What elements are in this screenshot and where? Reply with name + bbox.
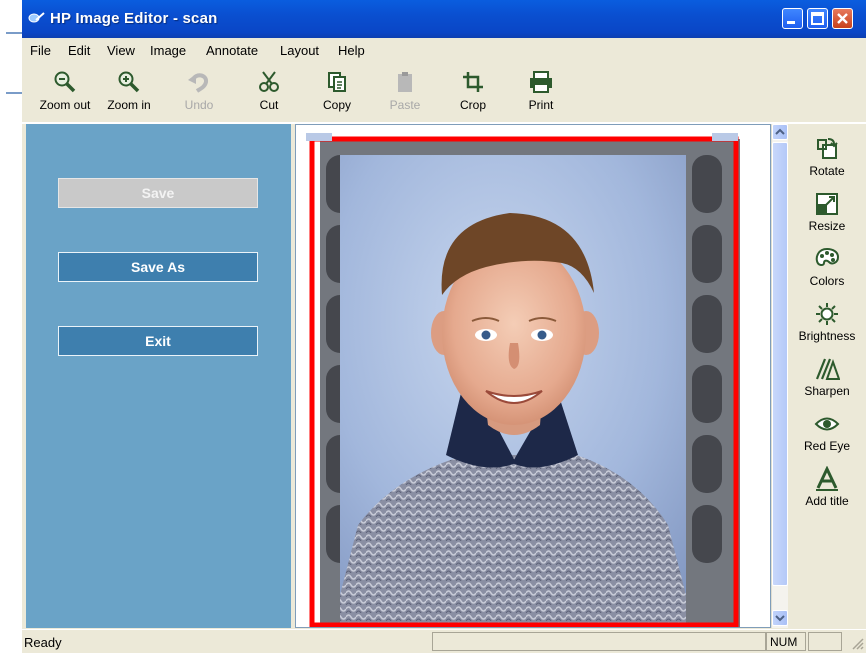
- sharpen-icon: [815, 358, 840, 380]
- status-bar: Ready NUM: [22, 629, 866, 653]
- colors-button[interactable]: Colors: [788, 246, 866, 300]
- colors-label: Colors: [809, 274, 845, 288]
- menu-help[interactable]: Help: [338, 43, 365, 58]
- resize-grip-icon[interactable]: [850, 636, 864, 650]
- crop-label: Crop: [459, 98, 486, 112]
- cut-label: Cut: [259, 98, 279, 112]
- add-title-label: Add title: [805, 494, 849, 508]
- rotate-button[interactable]: Rotate: [788, 136, 866, 190]
- photo: [340, 155, 686, 627]
- title-bar[interactable]: HP Image Editor - scan: [22, 0, 866, 38]
- resize-button[interactable]: Resize: [788, 191, 866, 245]
- menu-annotate[interactable]: Annotate: [206, 43, 258, 58]
- desktop-mark: [6, 92, 22, 94]
- arrow-down-icon: [775, 615, 785, 622]
- brightness-sun-icon: [816, 303, 838, 325]
- exit-button[interactable]: Exit: [58, 326, 258, 356]
- print-icon: [530, 71, 552, 93]
- menu-bar: File Edit View Image Annotate Layout Hel…: [22, 38, 866, 62]
- print-label: Print: [528, 98, 554, 112]
- add-title-button[interactable]: Add title: [788, 466, 866, 520]
- undo-icon: [188, 73, 208, 93]
- crop-icon: [463, 72, 483, 92]
- scroll-up-button[interactable]: [772, 124, 788, 140]
- zoom-in-button[interactable]: Zoom in: [98, 64, 160, 120]
- red-eye-icon: [814, 417, 840, 431]
- close-button[interactable]: [832, 8, 853, 29]
- save-button[interactable]: Save: [58, 178, 258, 208]
- maximize-button[interactable]: [807, 8, 828, 29]
- paste-icon: [398, 72, 412, 92]
- zoom-out-icon: [54, 71, 76, 93]
- paste-button[interactable]: Paste: [374, 64, 436, 120]
- app-window: HP Image Editor - scan File Edit View Im…: [22, 0, 866, 653]
- image-view: [296, 125, 770, 627]
- right-toolbar: Rotate Resize Colors Brightness Sharpen …: [788, 124, 866, 628]
- zoom-out-button[interactable]: Zoom out: [34, 64, 96, 120]
- red-eye-button[interactable]: Red Eye: [788, 411, 866, 465]
- selection-handle[interactable]: [306, 133, 332, 141]
- red-eye-label: Red Eye: [803, 439, 851, 453]
- left-panel: Save Save As Exit: [26, 124, 291, 628]
- maximize-icon: [811, 12, 824, 25]
- sharpen-button[interactable]: Sharpen: [788, 356, 866, 410]
- save-as-button[interactable]: Save As: [58, 252, 258, 282]
- zoom-out-label: Zoom out: [39, 98, 91, 112]
- minimize-icon: [787, 21, 795, 24]
- app-icon: [28, 12, 45, 23]
- copy-label: Copy: [322, 98, 351, 112]
- rotate-label: Rotate: [809, 164, 845, 178]
- desktop-mark: [6, 32, 22, 34]
- print-button[interactable]: Print: [510, 64, 572, 120]
- desktop-edge: [0, 0, 23, 652]
- add-title-icon: [816, 466, 838, 491]
- close-icon: [837, 13, 848, 24]
- cut-icon: [259, 71, 279, 92]
- resize-label: Resize: [808, 219, 846, 233]
- zoom-in-icon: [118, 71, 140, 93]
- num-lock-indicator: NUM: [770, 635, 798, 649]
- zoom-in-label: Zoom in: [107, 98, 151, 112]
- menu-edit[interactable]: Edit: [68, 43, 90, 58]
- copy-button[interactable]: Copy: [306, 64, 368, 120]
- colors-palette-icon: [815, 247, 840, 267]
- selection-handle[interactable]: [712, 133, 738, 141]
- brightness-label: Brightness: [798, 329, 856, 343]
- minimize-button[interactable]: [782, 8, 803, 29]
- menu-file[interactable]: File: [30, 43, 51, 58]
- undo-button[interactable]: Undo: [168, 64, 230, 120]
- menu-image[interactable]: Image: [150, 43, 186, 58]
- scroll-down-button[interactable]: [772, 610, 788, 626]
- copy-icon: [328, 72, 346, 92]
- rotate-icon: [817, 138, 838, 159]
- crop-button[interactable]: Crop: [442, 64, 504, 120]
- menu-view[interactable]: View: [107, 43, 135, 58]
- arrow-up-icon: [775, 128, 785, 135]
- status-text: Ready: [24, 635, 62, 650]
- resize-icon: [816, 193, 838, 215]
- paste-label: Paste: [389, 98, 421, 112]
- menu-layout[interactable]: Layout: [280, 43, 319, 58]
- toolbar: Zoom out Zoom in Undo Cut Copy Paste Cro…: [22, 62, 866, 123]
- status-pane-right: [808, 632, 842, 651]
- vertical-scrollbar[interactable]: [771, 124, 788, 628]
- sharpen-label: Sharpen: [804, 384, 850, 398]
- window-title: HP Image Editor - scan: [50, 10, 218, 27]
- undo-label: Undo: [184, 98, 214, 112]
- brightness-button[interactable]: Brightness: [788, 301, 866, 355]
- cut-button[interactable]: Cut: [238, 64, 300, 120]
- image-canvas[interactable]: [295, 124, 771, 628]
- status-pane: [432, 632, 766, 651]
- scroll-thumb[interactable]: [772, 142, 788, 586]
